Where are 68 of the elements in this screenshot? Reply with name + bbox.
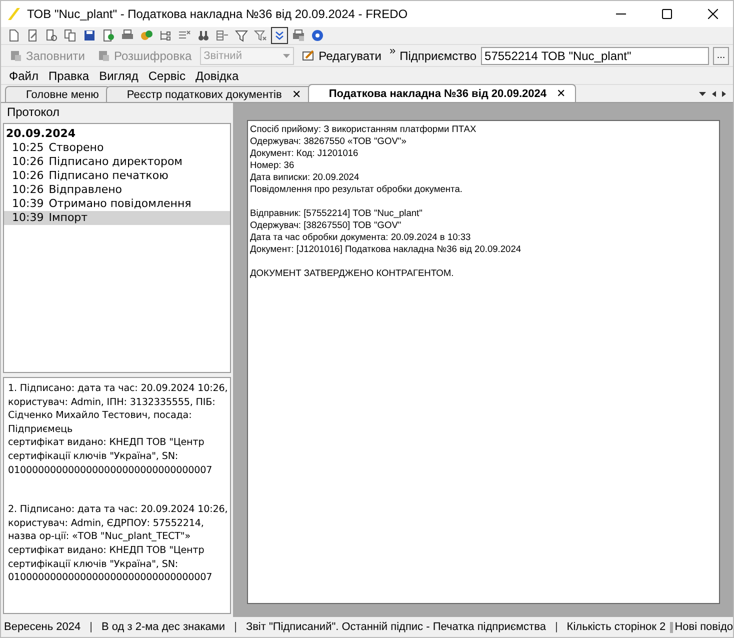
protocol-item[interactable]: 10:39 Отримано повідомлення <box>4 197 230 211</box>
double-chevron-down-button[interactable] <box>271 27 288 44</box>
import-icon <box>140 29 153 42</box>
window-title: ТОВ "Nuc_plant" - Податкова накладна №36 від 20.09.2024 - FREDO <box>27 7 409 21</box>
overflow-chevron[interactable]: » <box>389 45 396 57</box>
protocol-item[interactable]: 10:26 Відправлено <box>4 183 230 197</box>
protocol-item[interactable]: 10:26 Підписано директором <box>4 155 230 169</box>
filter-icon <box>235 29 248 42</box>
status-separator: | <box>233 621 238 633</box>
notice-indicator-icon <box>670 622 673 632</box>
document-line: Спосіб прийому: З використанням платформи ПТАХ <box>250 123 478 135</box>
edit-document-icon <box>26 29 39 42</box>
status-separator: | <box>554 621 559 633</box>
document-line: Документ: Код: J1201016 <box>250 147 360 159</box>
protocol-item[interactable]: 10:25 Створено <box>4 141 230 155</box>
status-text: В од з 2-ма дес знаками <box>102 621 226 633</box>
save-icon <box>83 29 96 42</box>
document-line: Дата та час обробки документа: 20.09.2024 в 10:33 <box>250 231 472 243</box>
copy-document-icon <box>64 29 77 42</box>
menu-item[interactable]: Вигляд <box>95 68 142 82</box>
menu-item[interactable]: Файл <box>5 68 43 82</box>
document-line: Одержувач: 38267550 «ТОВ "GOV"» <box>250 135 408 147</box>
enterprise-label: Підприємство <box>400 48 477 62</box>
protocol-item[interactable]: 10:39 Імпорт <box>4 211 230 225</box>
help-button[interactable] <box>309 27 326 44</box>
edit-icon <box>302 49 315 62</box>
binoculars-icon <box>197 29 210 42</box>
browse-button[interactable]: ... <box>713 46 729 64</box>
export-icon <box>102 29 115 42</box>
status-text: Кількість сторінок 2 <box>566 621 666 633</box>
status-text: Звіт "Підписаний". Останній підпис - Печатка підприємства <box>246 621 546 633</box>
preview-document-icon <box>45 29 58 42</box>
close-tab-button[interactable]: ✕ <box>292 88 301 101</box>
tab[interactable]: Головне меню <box>5 86 110 102</box>
signature-text: 1. Підписано: дата та час: 20.09.2024 10:26, користувач: Admin, ІПН: 3132335555, ПІБ: Сідченко Михайло Тестович, посада: Підприємець сертифікат видано: КНЕДП ТОВ "Центр сертифікації ключів "Україна", SN: 0100000000000000000000000000000007 <box>8 382 229 478</box>
maximize-icon <box>662 9 672 19</box>
close-icon <box>708 9 718 19</box>
document-line: ДОКУМЕНТ ЗАТВЕРДЖЕНО КОНТРАГЕНТОМ. <box>250 267 455 279</box>
new-document-icon <box>7 29 20 42</box>
tab[interactable]: Податкова накладна №36 від 20.09.2024 ✕ <box>308 84 576 102</box>
document-line: Одержувач: [38267550] ТОВ "GOV" <box>250 219 402 231</box>
edit-button[interactable]: Редагувати <box>298 48 386 62</box>
document-line: Номер: 36 <box>250 159 296 171</box>
panel-title: Протокол <box>6 105 61 119</box>
document-line: Повідомлення про результат обробки документа. <box>250 183 464 195</box>
filter-clear-icon <box>254 29 267 42</box>
status-notice: Нові повідо <box>674 621 733 633</box>
tree-icon <box>159 29 172 42</box>
double-chevron-down-icon <box>273 29 286 42</box>
print-preview-icon <box>292 29 305 42</box>
menu-item[interactable]: Правка <box>44 68 94 82</box>
print-icon <box>121 29 134 42</box>
menu-item[interactable]: Довідка <box>191 68 243 82</box>
grid-icon <box>216 29 229 42</box>
menu-item[interactable]: Сервіс <box>144 68 190 82</box>
status-separator: | <box>88 621 94 633</box>
document-line: Документ: [J1201016] Податкова накладна №36 від 20.09.2024 <box>250 243 522 255</box>
document-line: Відправник: [57552214] ТОВ "Nuc_plant" <box>250 207 424 219</box>
close-tab-button[interactable]: ✕ <box>556 87 566 100</box>
document-line: Дата виписки: 20.09.2024 <box>250 171 360 183</box>
status-text: Вересень 2024 <box>4 621 81 633</box>
enterprise-field[interactable]: 57552214 ТОВ "Nuc_plant" <box>480 46 709 64</box>
protocol-item[interactable]: 10:26 Підписано печаткою <box>4 169 230 183</box>
app-logo-icon <box>7 7 21 21</box>
dropdown-arrow-icon <box>282 54 290 58</box>
date-header: 20.09.2024 <box>5 126 77 141</box>
print-preview-button[interactable] <box>290 27 307 44</box>
signature-text: 2. Підписано: дата та час: 20.09.2024 10:26, користувач: Admin, ЄДРПОУ: 57552214, назва ор-ції: «ТОВ "Nuc_plant_ТЕСТ"» сертифікат видано: КНЕДП ТОВ "Центр сертифікації ключів "Україна", SN: 0100000000000000000000000000000007 <box>8 503 229 585</box>
